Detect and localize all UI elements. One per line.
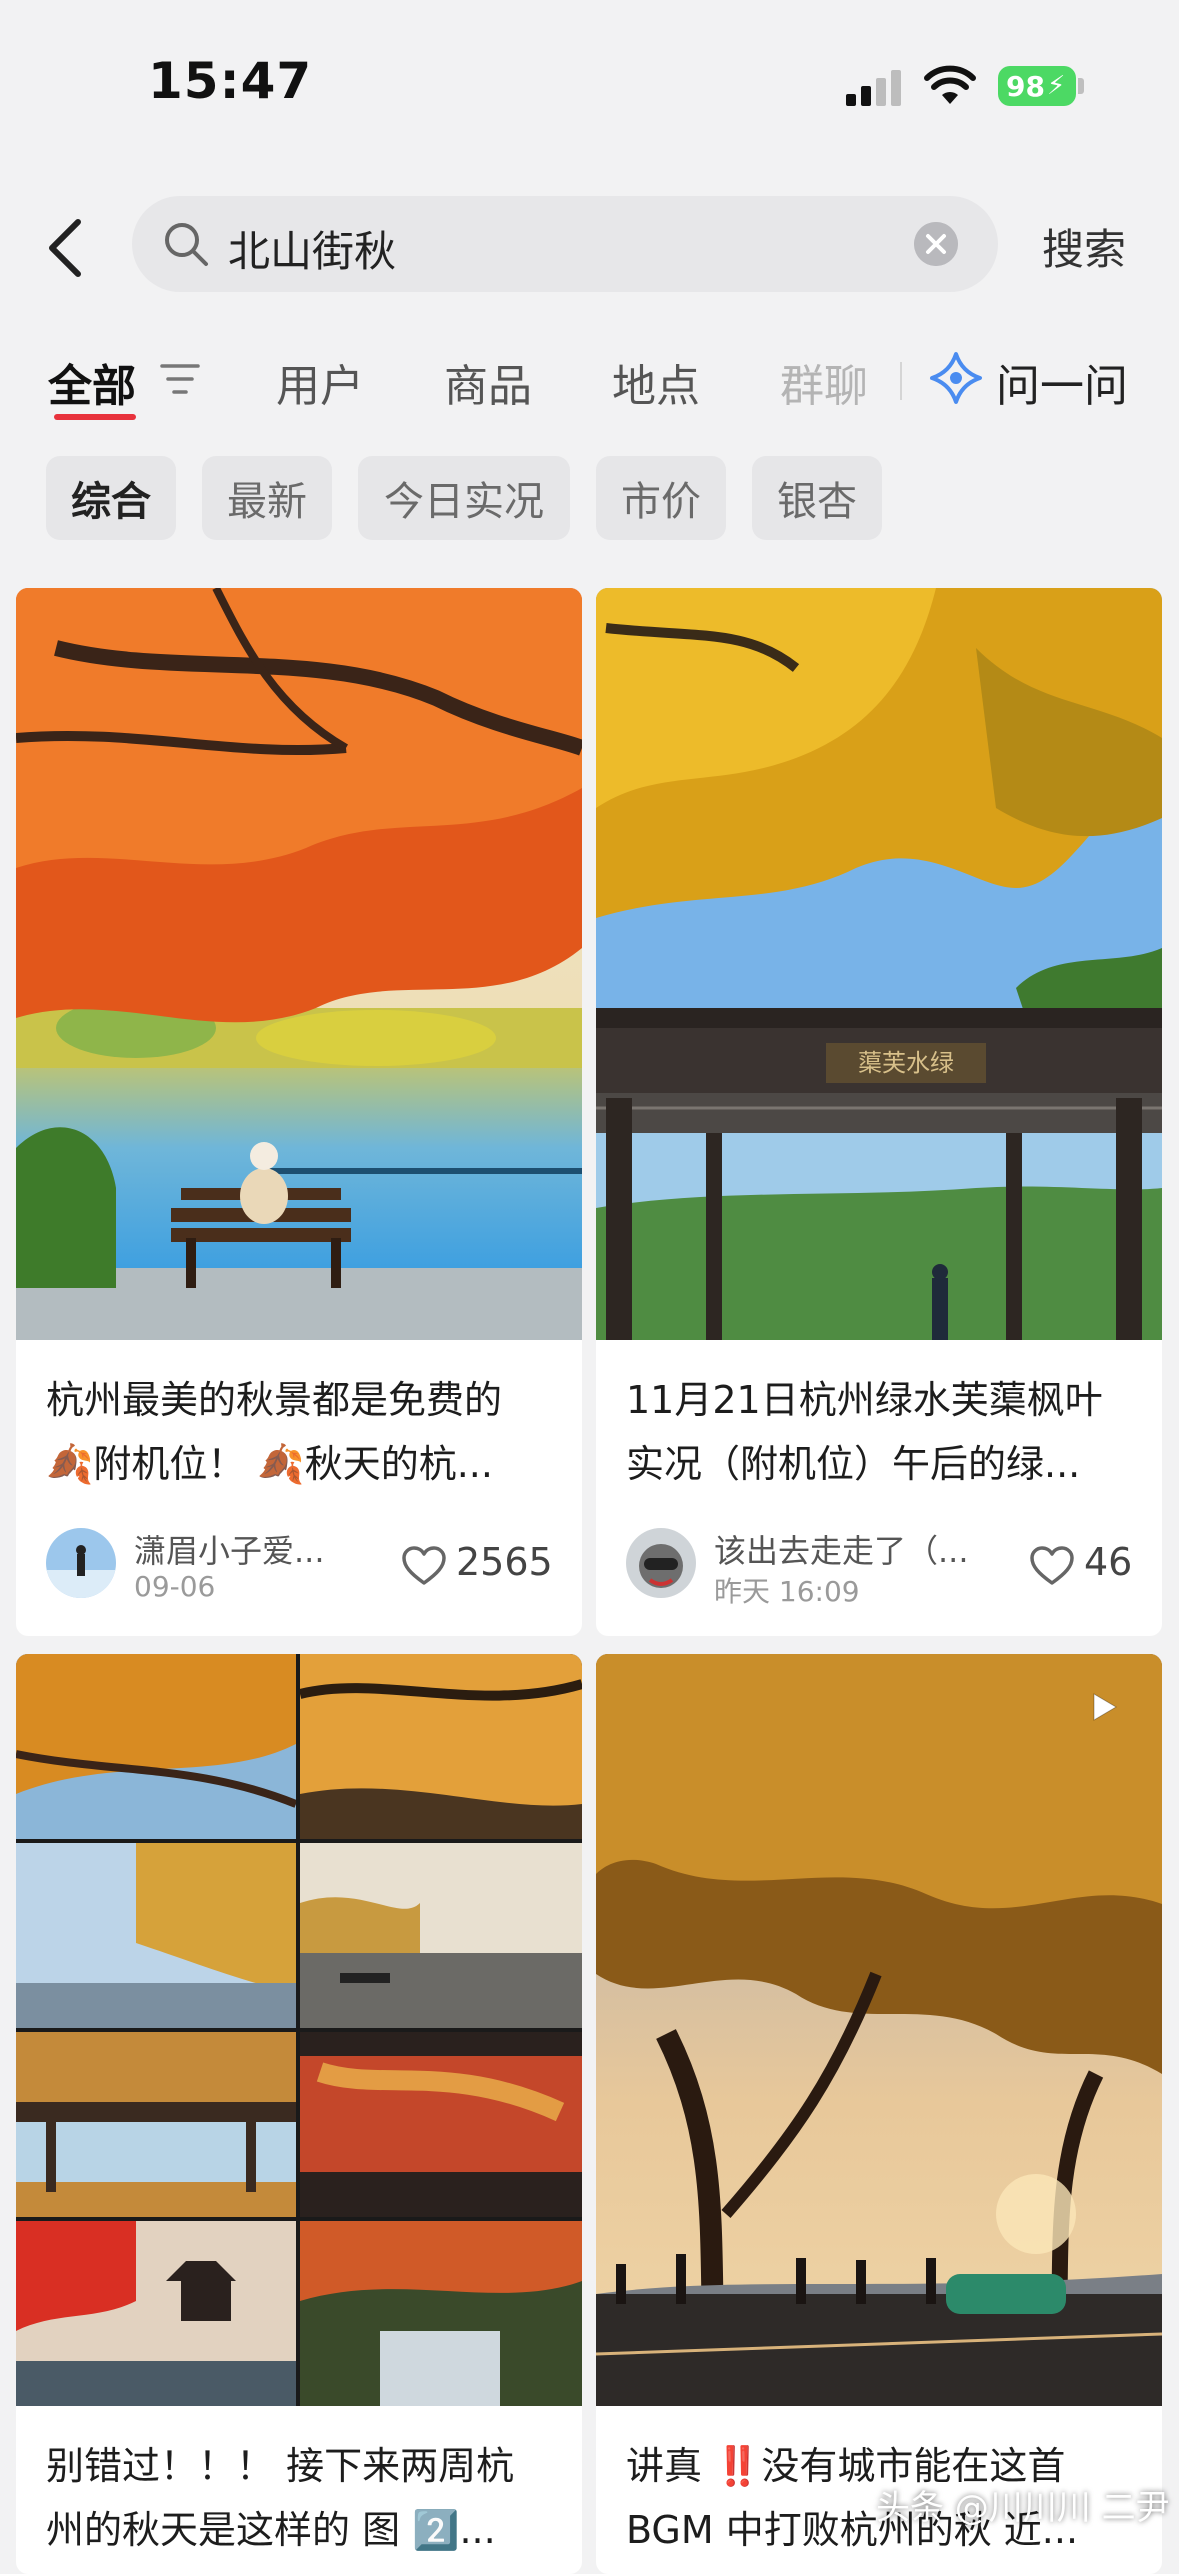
- grid-photo: [300, 1654, 582, 1839]
- grid-photo: [16, 1843, 296, 2028]
- post-date: 09-06: [134, 1570, 216, 1603]
- card-title-line[interactable]: 11月21日杭州绿水芙蕖枫叶: [626, 1368, 1146, 1432]
- grid-photo: [16, 1654, 296, 1839]
- card-title-line[interactable]: 实况（附机位）午后的绿...: [626, 1432, 1146, 1496]
- video-play-icon: [1093, 1693, 1117, 1721]
- filter-chips: 综合 最新 今日实况 市价 银杏: [0, 456, 1179, 544]
- chip-ginkgo[interactable]: 银杏: [752, 456, 882, 540]
- card-title-line[interactable]: 杭州最美的秋景都是免费的: [46, 1368, 566, 1432]
- battery-level: 98: [1006, 69, 1045, 103]
- heart-icon[interactable]: [402, 1546, 446, 1586]
- tab-groups[interactable]: 群聊: [780, 350, 868, 414]
- search-icon: [165, 223, 208, 266]
- tab-ask[interactable]: 问一问: [996, 350, 1128, 414]
- feed-card[interactable]: 别错过！！！ 接下来两周杭 州的秋天是这样的 图 2️⃣...: [16, 1654, 582, 2574]
- heart-icon[interactable]: [1030, 1546, 1074, 1586]
- chip-latest[interactable]: 最新: [202, 456, 332, 540]
- card-cover-image[interactable]: 蕖芙水绿: [596, 588, 1162, 1340]
- watermark: 头条 @川川川 二尹: [876, 2488, 1170, 2528]
- author-name[interactable]: 该出去走走了（...: [714, 1526, 969, 1572]
- cellular-signal-icon: [846, 70, 901, 106]
- grid-photo: [300, 1843, 582, 2028]
- back-arrow-icon[interactable]: [44, 218, 90, 278]
- search-button[interactable]: 搜索: [1042, 216, 1126, 277]
- battery-tip: [1078, 78, 1084, 94]
- card-title-line[interactable]: 别错过！！！ 接下来两周杭: [46, 2434, 566, 2498]
- card-cover-image[interactable]: [16, 1654, 582, 2406]
- avatar[interactable]: [46, 1528, 116, 1598]
- filter-icon[interactable]: [160, 362, 200, 396]
- feed-card[interactable]: 蕖芙水绿 11月21日杭州绿水芙蕖枫叶 实况（附机位）午后的绿... 该出去走走…: [596, 588, 1162, 1636]
- result-tabs: 全部 用户 商品 地点 群聊 问一问: [0, 340, 1179, 430]
- search-input[interactable]: 北山街秋: [132, 196, 998, 292]
- chip-price[interactable]: 市价: [596, 456, 726, 540]
- tab-goods[interactable]: 商品: [444, 350, 532, 414]
- active-tab-indicator: [54, 414, 136, 420]
- status-time: 15:47: [148, 52, 313, 110]
- card-title-line[interactable]: 🍂附机位！ 🍂秋天的杭...: [46, 1432, 566, 1496]
- pavilion-plaque: 蕖芙水绿: [858, 1049, 954, 1077]
- ask-ai-icon[interactable]: [928, 350, 984, 406]
- card-cover-image[interactable]: [596, 1654, 1162, 2406]
- grid-photo: [16, 2221, 296, 2406]
- feed-card[interactable]: 讲真 ‼️没有城市能在这首 BGM 中打败杭州的秋 近...: [596, 1654, 1162, 2574]
- status-bar: 15:47 98 ⚡: [0, 0, 1179, 170]
- author-name[interactable]: 潇眉小子爱...: [134, 1526, 325, 1572]
- grid-photo: [300, 2032, 582, 2217]
- charging-bolt-icon: ⚡: [1046, 71, 1066, 101]
- search-query[interactable]: 北山街秋: [228, 218, 396, 279]
- chip-comprehensive[interactable]: 综合: [46, 456, 176, 540]
- grid-photo: [300, 2221, 582, 2406]
- tab-divider: [900, 362, 902, 400]
- wifi-icon: [924, 65, 976, 104]
- like-count: 46: [1084, 1540, 1133, 1584]
- grid-photo: [16, 2032, 296, 2217]
- avatar[interactable]: [626, 1528, 696, 1598]
- card-cover-image[interactable]: [16, 588, 582, 1340]
- feed-card[interactable]: 杭州最美的秋景都是免费的 🍂附机位！ 🍂秋天的杭... 潇眉小子爱... 09-…: [16, 588, 582, 1636]
- tab-places[interactable]: 地点: [612, 350, 700, 414]
- like-count: 2565: [456, 1540, 553, 1584]
- tab-all[interactable]: 全部: [48, 350, 136, 414]
- tab-users[interactable]: 用户: [276, 350, 364, 414]
- post-date: 昨天 16:09: [714, 1575, 860, 1608]
- clear-search-icon[interactable]: [914, 222, 958, 266]
- battery-indicator: 98 ⚡: [998, 66, 1076, 106]
- card-title-line[interactable]: 州的秋天是这样的 图 2️⃣...: [46, 2498, 566, 2562]
- chip-today-live[interactable]: 今日实况: [358, 456, 570, 540]
- search-header: 北山街秋 搜索: [0, 190, 1179, 300]
